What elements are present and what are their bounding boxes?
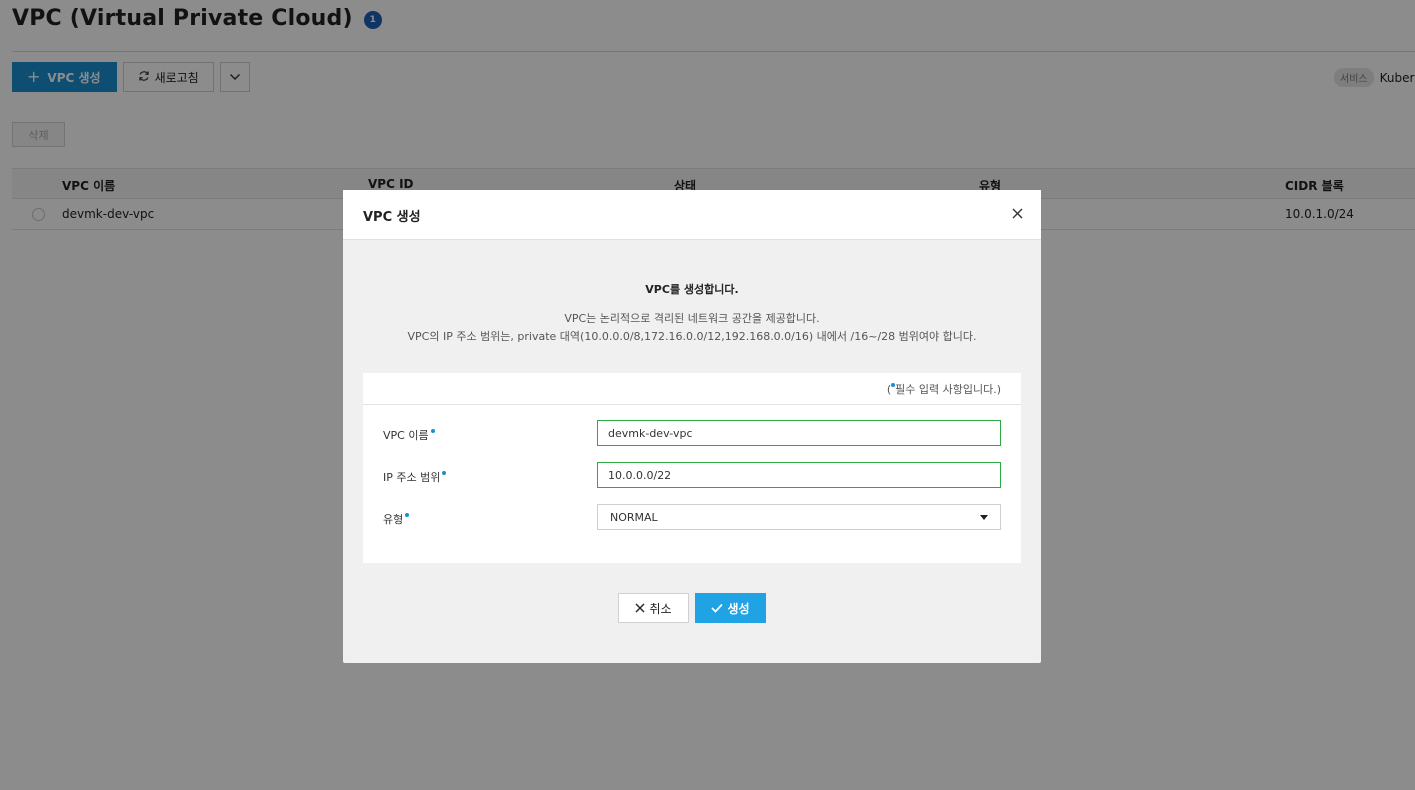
cancel-button[interactable]: 취소 bbox=[618, 593, 689, 623]
modal-title: VPC 생성 bbox=[363, 210, 421, 225]
create-vpc-modal: VPC 생성 VPC를 생성합니다. VPC는 논리적으로 격리된 네트워크 공… bbox=[343, 190, 1041, 663]
modal-header: VPC 생성 bbox=[343, 190, 1041, 240]
vpc-name-label-text: VPC 이름 bbox=[383, 429, 429, 442]
type-label-text: 유형 bbox=[383, 513, 404, 526]
vpc-form: (필수 입력 사항입니다.) VPC 이름 IP 주소 범위 유형 NORMAL bbox=[363, 373, 1021, 563]
create-label: 생성 bbox=[727, 601, 750, 616]
required-dot-icon bbox=[430, 429, 435, 433]
required-note: (필수 입력 사항입니다.) bbox=[887, 381, 1001, 397]
close-icon bbox=[1012, 208, 1023, 222]
form-divider bbox=[363, 404, 1021, 405]
close-icon bbox=[635, 603, 645, 613]
ip-range-label-text: IP 주소 범위 bbox=[383, 471, 441, 484]
type-select-value: NORMAL bbox=[610, 510, 658, 524]
type-label: 유형 bbox=[383, 511, 410, 527]
vpc-name-label: VPC 이름 bbox=[383, 427, 435, 443]
close-button[interactable] bbox=[1010, 208, 1024, 222]
intro-line-2: VPC의 IP 주소 범위는, private 대역(10.0.0.0/8,17… bbox=[407, 330, 977, 343]
required-note-text: 필수 입력 사항입니다.) bbox=[895, 383, 1001, 396]
required-dot-icon bbox=[405, 513, 410, 517]
create-button[interactable]: 생성 bbox=[695, 593, 766, 623]
cancel-label: 취소 bbox=[649, 601, 672, 616]
caret-down-icon bbox=[980, 514, 988, 520]
intro-title: VPC를 생성합니다. bbox=[645, 283, 739, 296]
ip-range-label: IP 주소 범위 bbox=[383, 469, 447, 485]
intro-line-1: VPC는 논리적으로 격리된 네트워크 공간을 제공합니다. bbox=[564, 312, 820, 325]
type-select[interactable]: NORMAL bbox=[597, 504, 1001, 530]
required-dot-icon bbox=[442, 471, 447, 475]
vpc-name-input[interactable] bbox=[597, 420, 1001, 446]
check-icon bbox=[711, 603, 724, 613]
ip-range-input[interactable] bbox=[597, 462, 1001, 488]
